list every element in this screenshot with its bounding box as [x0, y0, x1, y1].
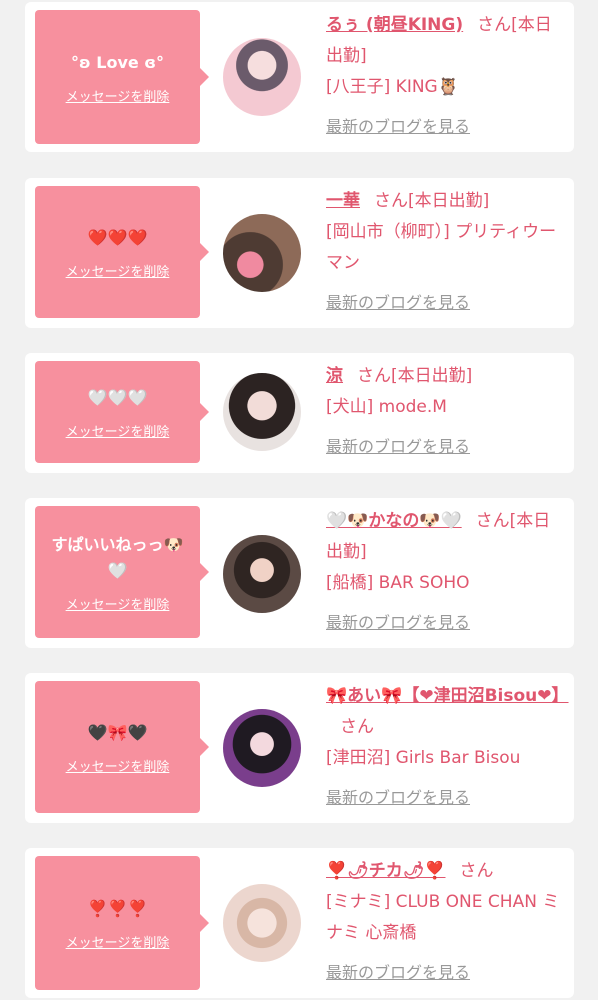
avatar[interactable]: [223, 214, 301, 292]
girl-name-link[interactable]: ❣️🌶チカ🌶❣️: [326, 861, 446, 881]
favorite-card: ❤️❤️❤️ メッセージを削除 一華 さん[本日出勤] [岡山市（柳町）] プリテ…: [25, 178, 574, 328]
message-bubble: すぱいいねっっ🐶🤍 メッセージを削除: [35, 506, 209, 638]
girl-info: 涼さん[本日出勤] [犬山] mode.M 最新のブログを見る: [326, 361, 566, 463]
girl-name-link[interactable]: るぅ (朝昼KING): [326, 15, 463, 35]
message-text: ❤️❤️❤️: [87, 227, 148, 247]
girl-name-link[interactable]: 🤍🐶かなの🐶🤍: [326, 511, 462, 531]
girl-name-link[interactable]: 🎀あい🎀【❤津田沼Bisou❤】: [326, 686, 569, 706]
store-info: [八王子] KING🦉: [326, 77, 459, 97]
favorite-card: 🤍🤍🤍 メッセージを削除 涼さん[本日出勤] [犬山] mode.M 最新のブロ…: [25, 353, 574, 473]
favorite-card: °ʚ Love ɞ° メッセージを削除 るぅ (朝昼KING) さん[本日出勤] …: [25, 2, 574, 152]
latest-blog-link[interactable]: 最新のブログを見る: [326, 607, 470, 638]
delete-message-link[interactable]: メッセージを削除: [66, 594, 170, 613]
latest-blog-link[interactable]: 最新のブログを見る: [326, 431, 470, 462]
latest-blog-link[interactable]: 最新のブログを見る: [326, 111, 470, 142]
store-info: [津田沼] Girls Bar Bisou: [326, 748, 521, 768]
message-text: ❣️❣️❣️: [87, 898, 148, 918]
avatar[interactable]: [223, 535, 301, 613]
avatar[interactable]: [223, 373, 301, 451]
girl-info: るぅ (朝昼KING) さん[本日出勤] [八王子] KING🦉 最新のブログを見…: [326, 10, 566, 143]
favorite-card: すぱいいねっっ🐶🤍 メッセージを削除 🤍🐶かなの🐶🤍 さん[本日出勤] [船橋] …: [25, 498, 574, 648]
message-text: すぱいいねっっ🐶🤍: [51, 534, 184, 580]
message-text: 🖤🎀🖤: [87, 722, 148, 742]
avatar[interactable]: [223, 709, 301, 787]
girl-name-link[interactable]: 一華: [326, 191, 360, 211]
store-info: [犬山] mode.M: [326, 397, 447, 417]
avatar[interactable]: [223, 38, 301, 116]
latest-blog-link[interactable]: 最新のブログを見る: [326, 782, 470, 813]
message-bubble: ❤️❤️❤️ メッセージを削除: [35, 186, 209, 318]
message-bubble: 🤍🤍🤍 メッセージを削除: [35, 361, 209, 463]
honorific-status: さん: [340, 717, 374, 737]
girl-info: 🎀あい🎀【❤津田沼Bisou❤】さん [津田沼] Girls Bar Bisou…: [326, 681, 569, 814]
delete-message-link[interactable]: メッセージを削除: [66, 421, 170, 440]
store-info: [船橋] BAR SOHO: [326, 573, 470, 593]
honorific-status: さん[本日出勤]: [357, 366, 473, 386]
favorite-card: ❣️❣️❣️ メッセージを削除 ❣️🌶チカ🌶❣️ さん [ミナミ] CLUB ON…: [25, 848, 574, 998]
delete-message-link[interactable]: メッセージを削除: [66, 756, 170, 775]
latest-blog-link[interactable]: 最新のブログを見る: [326, 957, 470, 988]
honorific-status: さん: [459, 861, 494, 881]
avatar[interactable]: [223, 884, 301, 962]
message-bubble: °ʚ Love ɞ° メッセージを削除: [35, 10, 209, 144]
girl-info: ❣️🌶チカ🌶❣️ さん [ミナミ] CLUB ONE CHAN ミナミ 心斎橋 最…: [326, 856, 566, 989]
delete-message-link[interactable]: メッセージを削除: [66, 86, 170, 105]
store-info: [岡山市（柳町）] プリティウーマン: [326, 222, 557, 273]
girl-info: 一華 さん[本日出勤] [岡山市（柳町）] プリティウーマン 最新のブログを見る: [326, 186, 566, 319]
latest-blog-link[interactable]: 最新のブログを見る: [326, 287, 470, 318]
girl-name-link[interactable]: 涼: [326, 366, 343, 386]
message-text: °ʚ Love ɞ°: [70, 52, 164, 72]
girl-info: 🤍🐶かなの🐶🤍 さん[本日出勤] [船橋] BAR SOHO 最新のブログを見る: [326, 506, 566, 639]
favorite-card: 🖤🎀🖤 メッセージを削除 🎀あい🎀【❤津田沼Bisou❤】さん [津田沼] Gi…: [25, 673, 574, 823]
delete-message-link[interactable]: メッセージを削除: [66, 932, 170, 951]
message-text: 🤍🤍🤍: [87, 387, 148, 407]
store-info: [ミナミ] CLUB ONE CHAN ミナミ 心斎橋: [326, 892, 560, 943]
message-bubble: 🖤🎀🖤 メッセージを削除: [35, 681, 209, 813]
honorific-status: さん[本日出勤]: [374, 191, 490, 211]
message-bubble: ❣️❣️❣️ メッセージを削除: [35, 856, 209, 990]
delete-message-link[interactable]: メッセージを削除: [66, 261, 170, 280]
